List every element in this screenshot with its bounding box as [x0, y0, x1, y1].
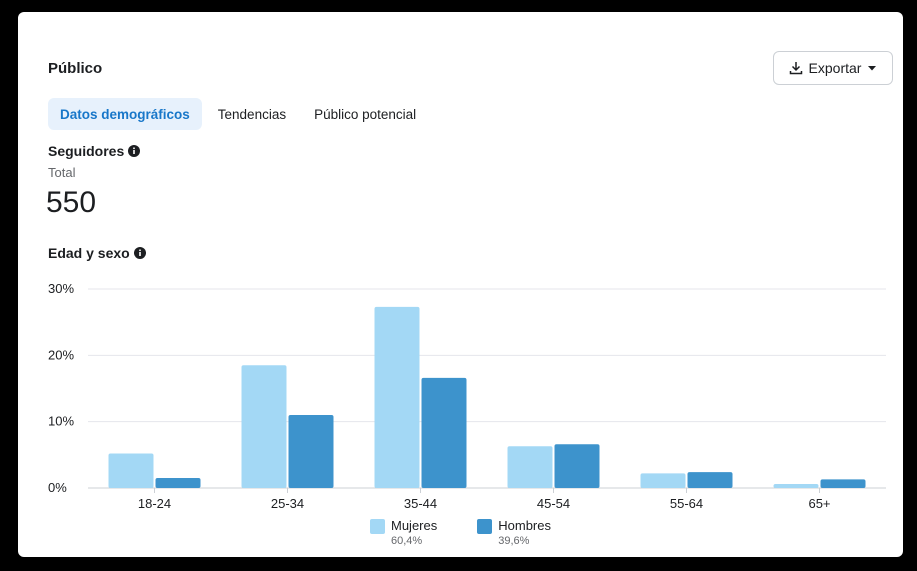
y-tick-label: 20% [48, 347, 74, 362]
y-tick-label: 10% [48, 414, 74, 429]
age-gender-bar-chart: 0% 10% 20% 30% 18-24 25-34 35-44 45-54 55-64 65+ [48, 281, 886, 511]
bar-hombres-25-34 [288, 415, 334, 488]
chart-legend: Mujeres 60,4% Hombres 39,6% [18, 518, 903, 547]
bar-hombres-55-64 [687, 472, 733, 488]
audience-panel: Público Exportar Datos demográficos Tend… [18, 12, 903, 557]
bar-mujeres-35-44 [374, 306, 420, 488]
x-tick-label: 45-54 [537, 496, 570, 511]
legend-name: Hombres [498, 518, 551, 533]
bar-hombres-35-44 [421, 377, 467, 488]
x-tick-label: 18-24 [138, 496, 171, 511]
legend-swatch-hombres [477, 519, 493, 534]
bar-mujeres-55-64 [640, 473, 686, 488]
legend-pct: 60,4% [391, 535, 423, 547]
bar-mujeres-25-34 [241, 365, 287, 488]
legend-name: Mujeres [391, 518, 438, 533]
legend-item-mujeres[interactable]: Mujeres 60,4% [370, 518, 437, 547]
legend-pct: 39,6% [498, 535, 530, 547]
bar-hombres-45-54 [554, 444, 600, 488]
x-tick-label: 65+ [808, 496, 830, 511]
bar-hombres-65+ [820, 479, 866, 488]
y-tick-label: 0% [48, 480, 67, 495]
bar-mujeres-18-24 [108, 453, 154, 488]
x-tick-label: 25-34 [271, 496, 304, 511]
legend-swatch-mujeres [370, 519, 385, 534]
bar-mujeres-65+ [773, 484, 819, 488]
x-tick-label: 35-44 [404, 496, 437, 511]
x-tick-label: 55-64 [670, 496, 703, 511]
legend-item-hombres[interactable]: Hombres 39,6% [477, 518, 551, 547]
bar-hombres-18-24 [155, 478, 201, 488]
y-tick-label: 30% [48, 281, 74, 296]
bar-mujeres-45-54 [507, 446, 553, 488]
